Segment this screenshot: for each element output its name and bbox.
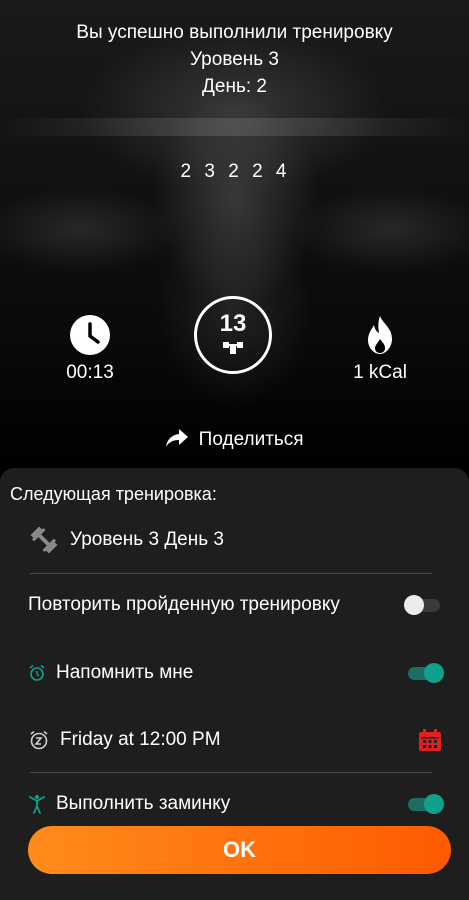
next-workout-title: Следующая тренировка: [10, 484, 217, 504]
cooldown-toggle[interactable] [406, 794, 444, 814]
rep-count: 2 [180, 161, 194, 182]
exercise-count: 13 [219, 310, 247, 337]
dumbbell-icon [30, 526, 58, 554]
rep-count: 3 [204, 161, 217, 182]
snooze-alarm-icon [30, 730, 48, 750]
alarm-icon [29, 664, 45, 681]
calories-value: 1 kCal [353, 362, 407, 383]
rep-count: 2 [228, 161, 241, 182]
hero-background: Вы успешно выполнили тренировку Уровень … [0, 0, 469, 470]
toggle-knob [424, 663, 444, 683]
flame-icon [368, 316, 392, 354]
share-button[interactable]: Поделиться [0, 428, 469, 451]
repeat-workout-row: Повторить пройденную тренировку [28, 594, 442, 616]
reminder-time-row[interactable]: Friday at 12:00 PM [28, 728, 442, 752]
remind-me-toggle[interactable] [406, 663, 444, 683]
stretch-person-icon [29, 795, 45, 814]
reps-sequence: 2 3 2 2 4 [0, 161, 469, 183]
rep-count: 2 [252, 161, 265, 182]
toggle-knob [404, 595, 424, 615]
clock-icon [70, 315, 110, 355]
cooldown-row: Выполнить заминку [28, 793, 444, 815]
blurred-barbell [0, 118, 469, 136]
rep-count: 4 [275, 161, 289, 182]
repeat-workout-label: Повторить пройденную тренировку [28, 594, 340, 615]
calendar-icon[interactable] [418, 728, 442, 752]
share-label: Поделиться [198, 429, 304, 450]
level-label: Уровень 3 [189, 49, 280, 70]
cooldown-label: Выполнить заминку [56, 793, 231, 814]
ok-button[interactable]: OK [28, 826, 451, 874]
completion-title: Вы успешно выполнили тренировку [76, 22, 393, 43]
remind-me-label: Напомнить мне [56, 662, 194, 683]
reminder-time-label: Friday at 12:00 PM [60, 729, 221, 750]
next-workout-item[interactable]: Уровень 3 День 3 [30, 526, 224, 554]
remind-me-row: Напомнить мне [28, 662, 444, 684]
time-value: 00:13 [66, 362, 114, 383]
toggle-knob [424, 794, 444, 814]
exercise-count-circle: 13 [194, 296, 272, 374]
repeat-workout-toggle[interactable] [404, 595, 442, 615]
stat-calories: 1 kCal [335, 314, 425, 384]
next-workout-label: Уровень 3 День 3 [70, 529, 224, 550]
stat-time: 00:13 [50, 314, 130, 384]
dumbbell-icon [223, 342, 243, 354]
share-arrow-icon [166, 429, 189, 447]
day-label: День: 2 [202, 76, 267, 97]
divider [30, 573, 432, 574]
divider [30, 772, 432, 773]
